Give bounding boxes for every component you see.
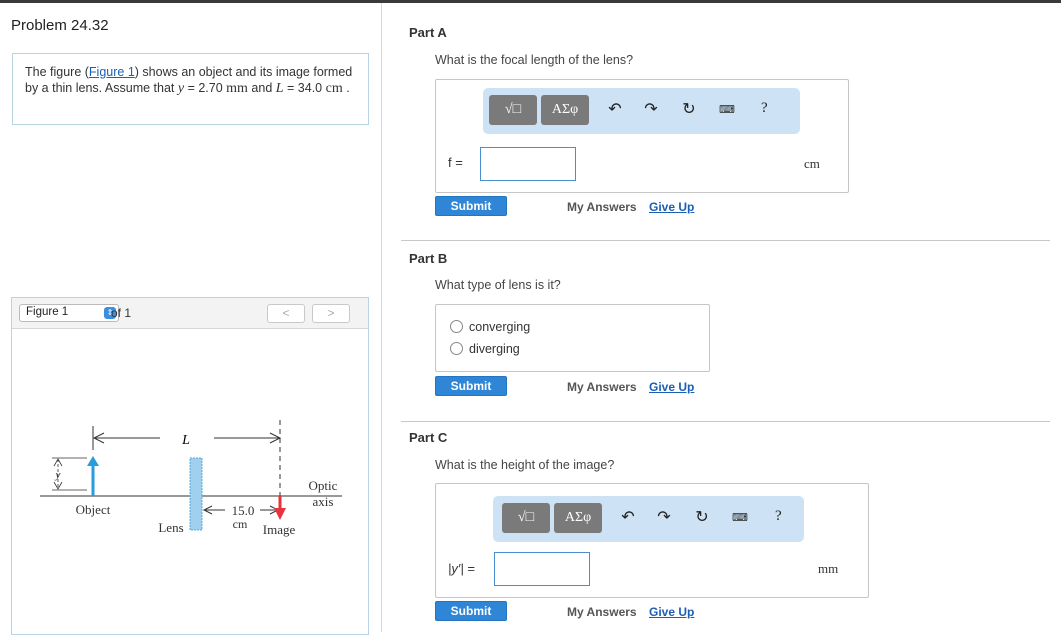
symbols-button[interactable]: ΑΣφ [541,95,589,125]
part-a-math-toolbar: √□ ΑΣφ ↶ ↷ ↻ ⌨ ? [483,88,800,134]
lens-diagram: L y Object Lens 15.0 cm Image Optic axis [40,420,342,537]
L-variable: L [275,81,284,96]
part-c-math-toolbar: √□ ΑΣφ ↶ ↷ ↻ ⌨ ? [493,496,804,542]
option-diverging[interactable]: diverging [450,342,520,356]
part-b-label: Part B [409,251,448,266]
undo-icon[interactable]: ↶ [605,100,625,120]
L-unit: cm [325,81,343,96]
part-a-my-answers[interactable]: My Answers [567,200,637,214]
part-a-give-up[interactable]: Give Up [649,200,694,214]
optic-label: Optic [309,478,338,493]
L-equals: = 34.0 [283,81,326,95]
option-converging[interactable]: converging [450,320,530,334]
templates-button[interactable]: √□ [502,503,550,533]
reset-icon[interactable]: ↻ [692,508,712,528]
keyboard-icon[interactable]: ⌨ [717,100,737,120]
part-separator [401,240,1050,241]
part-b-submit-button[interactable]: Submit [435,376,507,396]
part-c-answer-box: √□ ΑΣφ ↶ ↷ ↻ ⌨ ? |y′| = mm [435,483,869,598]
y-prime-label: |y′| = [448,561,475,576]
problem-column: Problem 24.32 The figure (Figure 1) show… [0,3,382,635]
problem-title: Problem 24.32 [11,17,109,34]
help-button[interactable]: ? [761,100,768,117]
redo-icon[interactable]: ↷ [654,508,674,528]
figure-selector-label: Figure 1 [26,306,69,318]
problem-statement: The figure (Figure 1) shows an object an… [12,53,369,125]
redo-icon[interactable]: ↷ [641,100,661,120]
part-a-answer-box: √□ ΑΣφ ↶ ↷ ↻ ⌨ ? f = cm [435,79,849,193]
axis-label: axis [313,494,334,509]
part-c-label: Part C [409,430,448,445]
prev-figure-button[interactable]: < [267,304,305,323]
part-a-label: Part A [409,25,447,40]
image-height-input[interactable] [494,552,590,586]
keyboard-icon[interactable]: ⌨ [730,508,750,528]
option-label: diverging [469,342,520,356]
part-b-answer-box [435,304,710,372]
part-separator [401,421,1050,422]
figure-header: Figure 1 ⇕ of 1 < > [12,298,368,329]
reset-icon[interactable]: ↻ [679,100,699,120]
part-c-give-up[interactable]: Give Up [649,605,694,619]
period: . [342,81,350,95]
undo-icon[interactable]: ↶ [618,508,638,528]
cm-unit: cm [804,156,820,171]
part-a-question: What is the focal length of the lens? [435,53,634,67]
image-label: Image [263,522,296,537]
statement-text: The figure ( [25,65,89,79]
radio-button[interactable] [450,320,463,333]
radio-button[interactable] [450,342,463,355]
mm-unit: mm [818,561,839,576]
L-label: L [181,433,190,448]
part-a-submit-button[interactable]: Submit [435,196,507,216]
next-figure-button[interactable]: > [312,304,350,323]
lens-shape [189,457,203,531]
figure-count: of 1 [111,306,132,320]
y-equals: = 2.70 [184,81,227,95]
part-c-submit-button[interactable]: Submit [435,601,507,621]
part-c-my-answers[interactable]: My Answers [567,605,637,619]
symbols-button[interactable]: ΑΣφ [554,503,602,533]
y-label: y [55,469,61,481]
y-unit: mm [226,81,248,96]
templates-button[interactable]: √□ [489,95,537,125]
figure-link[interactable]: Figure 1 [89,65,135,79]
option-label: converging [469,320,531,334]
help-button[interactable]: ? [775,508,782,525]
figure-selector[interactable]: Figure 1 ⇕ [19,304,119,322]
focal-length-input[interactable] [480,147,576,181]
part-b-give-up[interactable]: Give Up [649,380,694,394]
and-text: and [247,81,276,95]
part-b-question: What type of lens is it? [435,278,561,292]
distance-label: 15.0 [232,503,255,518]
lens-label: Lens [158,520,183,535]
object-label: Object [76,502,111,517]
part-c-question: What is the height of the image? [435,458,615,472]
part-b-my-answers[interactable]: My Answers [567,380,637,394]
figure-panel: Figure 1 ⇕ of 1 < > L y Object Lens 15.0… [11,297,369,635]
distance-unit: cm [233,517,248,531]
f-label: f = [448,155,463,170]
